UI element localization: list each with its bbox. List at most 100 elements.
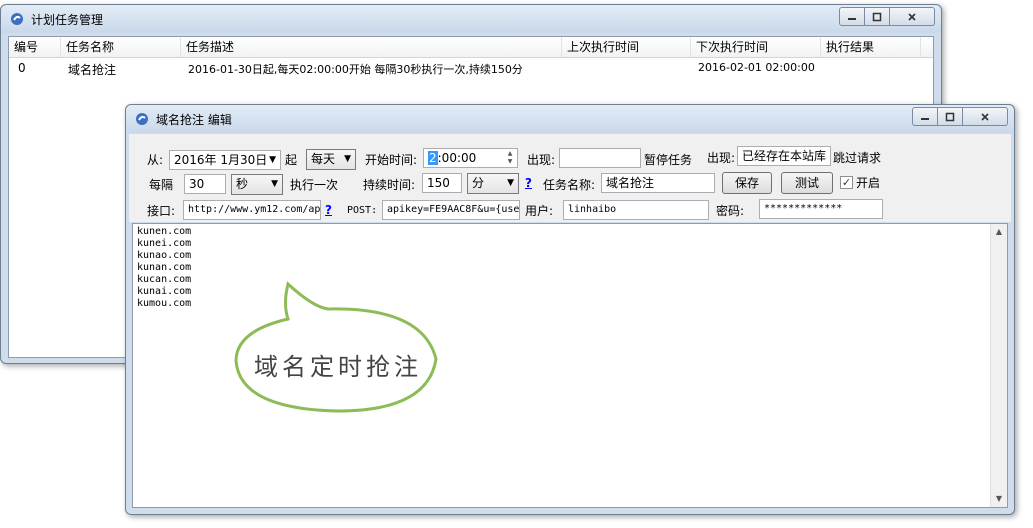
exec-once-label: 执行一次 <box>290 178 339 192</box>
close-button[interactable] <box>963 107 1008 126</box>
list-item: kumou.com <box>137 298 192 309</box>
minimize-button[interactable] <box>912 107 938 126</box>
maximize-icon <box>872 12 882 21</box>
chevron-down-icon: ▼ <box>507 178 514 188</box>
time-spinner[interactable]: ▲ ▼ <box>504 150 516 166</box>
speech-bubble: 域名定时抢注 <box>228 279 448 419</box>
list-item: kunei.com <box>137 238 192 249</box>
vertical-scrollbar[interactable]: ▲ ▼ <box>990 224 1007 507</box>
scroll-down-icon[interactable]: ▼ <box>991 491 1007 507</box>
appear-label-2: 出现: <box>707 151 736 165</box>
duration-label: 持续时间: <box>363 178 416 192</box>
password-value: ************* <box>764 203 843 214</box>
interval-value: 30 <box>189 177 205 191</box>
cell-next-run: 2016-02-01 02:00:00 <box>698 61 815 74</box>
test-button[interactable]: 测试 <box>781 172 833 194</box>
maximize-button[interactable] <box>865 7 890 26</box>
list-item: kunai.com <box>137 286 192 297</box>
duration-unit-select[interactable]: 分 ▼ <box>467 173 519 194</box>
enable-label: 开启 <box>856 176 881 190</box>
close-icon <box>908 12 916 21</box>
window-controls <box>912 107 1008 126</box>
column-header-desc[interactable]: 任务描述 <box>181 37 562 57</box>
skip-keyword-input[interactable]: 已经存在本站库 <box>737 146 831 166</box>
close-icon <box>981 112 989 121</box>
start-time-input[interactable]: 2:00:00 ▲ ▼ <box>423 148 518 168</box>
duration-value: 150 <box>427 176 450 190</box>
speech-bubble-text: 域名定时抢注 <box>254 353 422 381</box>
app-logo-icon <box>136 113 148 125</box>
cell-desc: 2016-01-30日起,每天02:00:00开始 每隔30秒执行一次,持续15… <box>188 63 523 76</box>
task-name-value: 域名抢注 <box>606 176 655 190</box>
post-data-value: apikey=FE9AAC8F&u={use <box>387 204 520 215</box>
save-button[interactable]: 保存 <box>722 172 772 194</box>
start-time-hour: 2 <box>428 151 438 165</box>
skip-request-label: 跳过请求 <box>833 151 882 165</box>
interval-unit-select[interactable]: 秒 ▼ <box>231 174 283 195</box>
api-label: 接口: <box>147 204 176 218</box>
app-logo-icon <box>11 13 23 25</box>
list-item: kunan.com <box>137 262 192 273</box>
frequency-value: 每天 <box>311 152 336 166</box>
column-header-last-run[interactable]: 上次执行时间 <box>562 37 691 57</box>
start-suffix-label: 起 <box>285 153 298 167</box>
chevron-down-icon[interactable]: ▼ <box>269 151 276 169</box>
frequency-select[interactable]: 每天 ▼ <box>306 149 356 170</box>
interval-label: 每隔 <box>149 178 174 192</box>
password-label: 密码: <box>716 204 745 218</box>
title-bar[interactable]: 计划任务管理 <box>1 5 941 33</box>
from-date-picker[interactable]: 2016年 1月30日 ▼ <box>169 150 281 170</box>
user-label: 用户: <box>525 204 554 218</box>
enable-checkbox[interactable]: ✓ <box>840 176 853 189</box>
skip-keyword-value: 已经存在本站库 <box>742 149 827 163</box>
post-data-input[interactable]: apikey=FE9AAC8F&u={use <box>382 200 520 220</box>
cell-id: 0 <box>18 61 26 75</box>
column-header-id[interactable]: 编号 <box>9 37 61 57</box>
minimize-button[interactable] <box>839 7 865 26</box>
window-title: 计划任务管理 <box>31 13 104 27</box>
minimize-icon <box>921 117 929 120</box>
close-button[interactable] <box>890 7 935 26</box>
edit-title-bar[interactable]: 域名抢注 编辑 <box>126 105 1014 133</box>
username-input[interactable]: linhaibo <box>563 200 709 220</box>
task-name-label: 任务名称: <box>543 178 596 192</box>
username-value: linhaibo <box>568 204 617 215</box>
password-input[interactable]: ************* <box>759 199 883 219</box>
task-settings-form: 从: 2016年 1月30日 ▼ 起 每天 ▼ 开始时间: 2:00:00 ▲ ▼… <box>129 134 1011 222</box>
duration-input[interactable]: 150 <box>422 173 462 193</box>
list-item: kunao.com <box>137 250 192 261</box>
post-label: POST: <box>347 205 378 216</box>
api-url-value: http://www.ym12.com/ap <box>188 204 321 215</box>
list-item: kucan.com <box>137 274 192 285</box>
start-time-label: 开始时间: <box>365 153 418 167</box>
minimize-icon <box>848 17 856 20</box>
pause-keyword-input[interactable] <box>559 148 641 168</box>
domain-list-editor[interactable]: kunen.com kunei.com kunao.com kunan.com … <box>132 223 1008 508</box>
list-item: kunen.com <box>137 226 192 237</box>
duration-help-link[interactable]: ? <box>525 173 532 193</box>
maximize-icon <box>945 112 955 121</box>
task-name-input[interactable]: 域名抢注 <box>601 173 715 193</box>
from-date-value: 2016年 1月30日 <box>174 153 268 167</box>
start-time-rest: :00:00 <box>437 151 477 165</box>
api-help-link[interactable]: ? <box>325 200 332 220</box>
edit-window-title: 域名抢注 编辑 <box>156 113 232 127</box>
edit-task-window: 域名抢注 编辑 从: 2016年 1月30日 ▼ 起 每天 ▼ 开始时间: 2:… <box>125 104 1015 515</box>
column-header-name[interactable]: 任务名称 <box>61 37 181 57</box>
from-label: 从: <box>147 153 164 167</box>
chevron-down-icon: ▼ <box>344 154 351 164</box>
maximize-button[interactable] <box>938 107 963 126</box>
duration-unit-value: 分 <box>472 176 485 190</box>
domain-lines: kunen.com kunei.com kunao.com kunan.com … <box>137 226 191 310</box>
chevron-down-icon: ▼ <box>271 179 278 189</box>
column-header-next-run[interactable]: 下次执行时间 <box>691 37 821 57</box>
api-url-input[interactable]: http://www.ym12.com/ap <box>183 200 321 220</box>
task-list-header: 编号 任务名称 任务描述 上次执行时间 下次执行时间 执行结果 <box>9 37 933 58</box>
pause-task-label: 暂停任务 <box>644 153 693 167</box>
interval-input[interactable]: 30 <box>184 174 226 194</box>
appear-label: 出现: <box>527 153 556 167</box>
interval-unit-value: 秒 <box>236 177 249 191</box>
scroll-up-icon[interactable]: ▲ <box>991 224 1007 240</box>
cell-name: 域名抢注 <box>68 63 117 77</box>
column-header-result[interactable]: 执行结果 <box>821 37 921 57</box>
